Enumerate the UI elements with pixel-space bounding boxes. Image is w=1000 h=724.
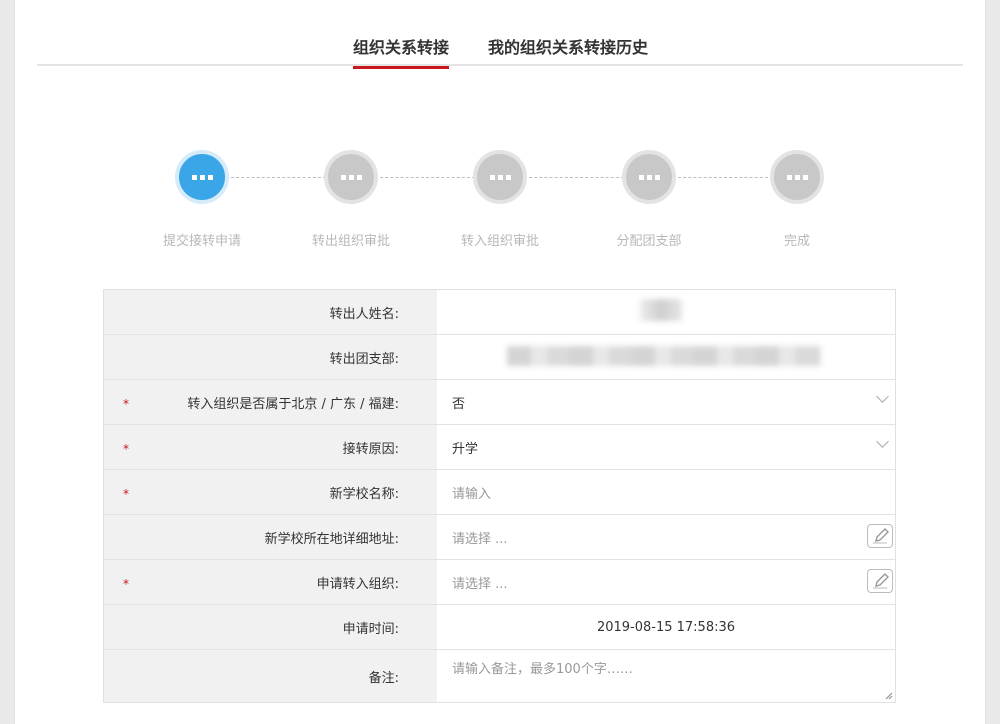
step-circle [473, 150, 527, 204]
step-in-approval: 转入组织审批 [425, 150, 575, 249]
row-target-org: * 申请转入组织: 请选择 ... [104, 560, 895, 605]
tab-org-transfer[interactable]: 组织关系转接 [353, 34, 450, 69]
form-label: * 接转原因: [104, 425, 437, 469]
form-label: * 申请转入组织: [104, 560, 437, 604]
in-region-select[interactable]: 否 [437, 380, 895, 424]
content-panel: 组织关系转接 我的组织关系转接历史 提交接转申请 转出组织审批 转入组织审批 分… [14, 0, 986, 724]
redacted-branch [507, 346, 820, 366]
tab-bar: 组织关系转接 我的组织关系转接历史 [37, 30, 963, 69]
form-label: 申请时间: [104, 605, 437, 649]
required-mark: * [123, 397, 129, 411]
required-mark: * [123, 577, 129, 591]
target-org-picker[interactable]: 请选择 ... [437, 560, 895, 604]
required-mark: * [123, 487, 129, 501]
tab-transfer-history[interactable]: 我的组织关系转接历史 [488, 34, 648, 66]
remark-textarea[interactable]: 请输入备注，最多100个字…… [437, 650, 895, 702]
form-label: 备注: [104, 650, 437, 702]
edit-pencil-icon[interactable] [867, 569, 893, 593]
form-label: 转出人姓名: [104, 290, 437, 334]
step-label: 完成 [783, 234, 810, 249]
redacted-name [640, 299, 682, 321]
step-complete: 完成 [722, 150, 872, 249]
form-label: 新学校所在地详细地址: [104, 515, 437, 559]
step-assign-branch: 分配团支部 [574, 150, 724, 249]
step-label: 提交接转申请 [162, 234, 241, 249]
row-remark: 备注: 请输入备注，最多100个字…… [104, 650, 895, 703]
step-circle [622, 150, 676, 204]
step-label: 转出组织审批 [311, 234, 390, 249]
edit-pencil-icon[interactable] [867, 524, 893, 548]
dots-icon [638, 174, 660, 180]
transfer-form: 转出人姓名: 转出团支部: * 转入组织是否属于北京 / 广东 / 福建: 否 … [103, 289, 896, 703]
row-out-name: 转出人姓名: [104, 290, 895, 335]
dots-icon [786, 174, 808, 180]
school-address-picker[interactable]: 请选择 ... [437, 515, 895, 559]
reason-select[interactable]: 升学 [437, 425, 895, 469]
dots-icon [489, 174, 511, 180]
row-in-region: * 转入组织是否属于北京 / 广东 / 福建: 否 [104, 380, 895, 425]
out-name-value [437, 290, 895, 334]
step-circle [770, 150, 824, 204]
row-school-address: 新学校所在地详细地址: 请选择 ... [104, 515, 895, 560]
dots-icon [191, 174, 213, 180]
school-name-input[interactable]: 请输入 [437, 470, 895, 514]
required-mark: * [123, 442, 129, 456]
row-out-branch: 转出团支部: [104, 335, 895, 380]
step-circle-active [175, 150, 229, 204]
row-school-name: * 新学校名称: 请输入 [104, 470, 895, 515]
chevron-down-icon [876, 390, 889, 403]
row-reason: * 接转原因: 升学 [104, 425, 895, 470]
form-label: 转出团支部: [104, 335, 437, 379]
step-submit: 提交接转申请 [127, 150, 277, 249]
form-label: * 新学校名称: [104, 470, 437, 514]
step-label: 分配团支部 [616, 234, 682, 249]
dots-icon [340, 174, 362, 180]
row-apply-time: 申请时间: 2019-08-15 17:58:36 [104, 605, 895, 650]
out-branch-value [437, 335, 895, 379]
resize-grip-icon[interactable] [885, 692, 893, 700]
step-label: 转入组织审批 [460, 234, 539, 249]
form-label: * 转入组织是否属于北京 / 广东 / 福建: [104, 380, 437, 424]
step-out-approval: 转出组织审批 [276, 150, 426, 249]
step-circle [324, 150, 378, 204]
chevron-down-icon [876, 435, 889, 448]
progress-steps: 提交接转申请 转出组织审批 转入组织审批 分配团支部 完成 [15, 150, 987, 250]
apply-time-value: 2019-08-15 17:58:36 [596, 619, 736, 635]
